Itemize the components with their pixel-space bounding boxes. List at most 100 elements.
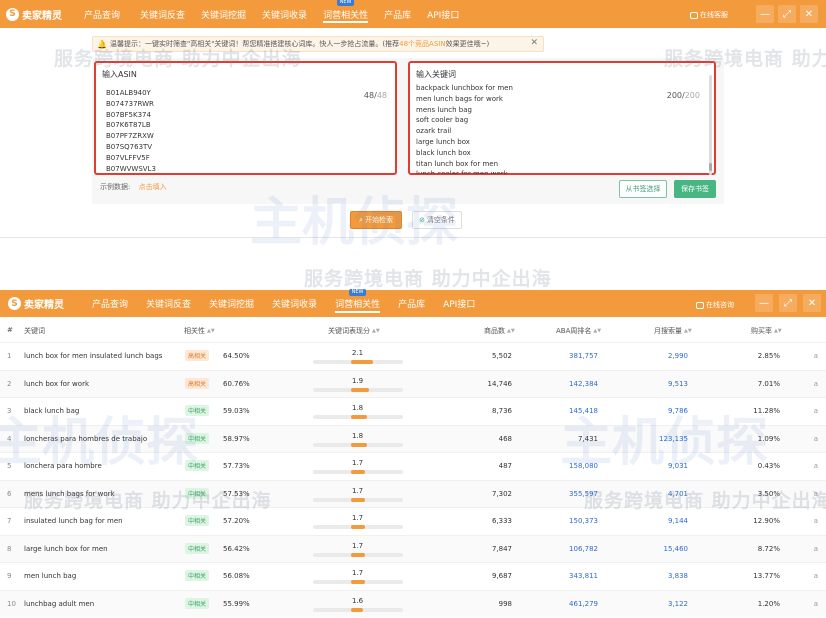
- online-service-link[interactable]: 在线客服: [690, 10, 728, 20]
- aba-rank[interactable]: 158,080: [569, 462, 598, 470]
- row-action-icon[interactable]: a: [814, 407, 818, 415]
- table-row[interactable]: 4 loncheras para hombres de trabajo 中相关 58.…: [0, 424, 826, 452]
- save-favorite-button[interactable]: 保存书签: [674, 180, 716, 198]
- row-keyword[interactable]: lonchera para hombre: [24, 462, 102, 470]
- header-score[interactable]: 关键词表现分 ▲▼: [328, 326, 380, 336]
- row-keyword[interactable]: insulated lunch bag for men: [24, 517, 123, 525]
- app-logo[interactable]: S 卖家精灵: [6, 7, 70, 22]
- monthly-search[interactable]: 9,144: [668, 517, 688, 525]
- nav2-keyword-reverse[interactable]: 关键词反查: [146, 290, 191, 318]
- row-keyword[interactable]: loncheras para hombres de trabajo: [24, 435, 147, 443]
- nav2-keyword-index[interactable]: 关键词收录: [272, 290, 317, 318]
- nav-product-library[interactable]: 产品库: [384, 0, 411, 28]
- nav-keyword-reverse[interactable]: 关键词反查: [140, 0, 185, 28]
- table-row[interactable]: 3 black lunch bag 中相关 59.03% 1.8 8,736 145,418…: [0, 397, 826, 425]
- tip-banner: 🔔 温馨提示：一键实时筛查"高相关"关键词！帮您精准搭建核心词库。快人一步抢占流…: [92, 36, 544, 52]
- row-keyword[interactable]: lunch box for men insulated lunch bags: [24, 352, 162, 360]
- nav2-product-library[interactable]: 产品库: [398, 290, 425, 318]
- row-action-icon[interactable]: a: [814, 380, 818, 388]
- select-from-favorites-button[interactable]: 从书签选择: [619, 180, 667, 198]
- nav-keyword-mining[interactable]: 关键词挖掘: [201, 0, 246, 28]
- sort-icon: ▲▼: [684, 328, 692, 334]
- maximize-button[interactable]: ⤢: [778, 5, 796, 23]
- aba-rank[interactable]: 142,384: [569, 380, 598, 388]
- header-aba-rank[interactable]: ABA周排名 ▲▼: [556, 326, 601, 336]
- top-navbar: S 卖家精灵 产品查询 关键词反查 关键词挖掘 关键词收录 NEW 词营相关性 …: [0, 0, 826, 28]
- table-row[interactable]: 7 insulated lunch bag for men 中相关 57.20% 1.7…: [0, 507, 826, 535]
- relevance-percent: 56.08%: [223, 572, 250, 580]
- aba-rank[interactable]: 461,279: [569, 600, 598, 608]
- nav-keyword-index[interactable]: 关键词收录: [262, 0, 307, 28]
- row-keyword[interactable]: mens lunch bags for work: [24, 490, 115, 498]
- minimize-button[interactable]: —: [756, 5, 774, 23]
- monthly-search[interactable]: 3,122: [668, 600, 688, 608]
- nav2-api[interactable]: API接口: [443, 290, 475, 318]
- table-header: # 关键词 相关性 ▲▼ 关键词表现分 ▲▼ 商品数 ▲▼ ABA周排名 ▲▼ 月搜索量…: [0, 326, 826, 340]
- minimize-button-2[interactable]: —: [755, 294, 773, 312]
- row-action-icon[interactable]: a: [814, 435, 818, 443]
- row-keyword[interactable]: men lunch bag: [24, 572, 76, 580]
- clear-conditions-button[interactable]: ⊘ 清空条件: [412, 211, 462, 229]
- aba-rank[interactable]: 106,782: [569, 545, 598, 553]
- table-row[interactable]: 6 mens lunch bags for work 中相关 57.53% 1.7 7,3…: [0, 479, 826, 507]
- keyword-scrollbar[interactable]: [709, 75, 712, 175]
- row-action-icon[interactable]: a: [814, 600, 818, 608]
- table-row[interactable]: 9 men lunch bag 中相关 56.08% 1.7 9,687 343,811 3,…: [0, 562, 826, 590]
- aba-rank[interactable]: 150,373: [569, 517, 598, 525]
- nav-api[interactable]: API接口: [427, 0, 459, 28]
- row-keyword[interactable]: large lunch box for men: [24, 545, 108, 553]
- start-search-button[interactable]: ⌕ 开始检索: [350, 211, 402, 229]
- asin-list[interactable]: B01ALB940Y B074737RWR B07BF5K374 B07K6T8…: [106, 88, 156, 174]
- score-value: 2.1: [352, 349, 364, 357]
- table-row[interactable]: 1 lunch box for men insulated lunch bags 高…: [0, 342, 826, 370]
- monthly-search[interactable]: 9,513: [668, 380, 688, 388]
- table-row[interactable]: 2 lunch box for work 高相关 60.76% 1.9 14,746 142…: [0, 369, 826, 397]
- header-products[interactable]: 商品数 ▲▼: [484, 326, 515, 336]
- row-action-icon[interactable]: a: [814, 352, 818, 360]
- header-buy-rate[interactable]: 购买率 ▲▼: [751, 326, 782, 336]
- aba-rank[interactable]: 343,811: [569, 572, 598, 580]
- row-keyword[interactable]: lunch box for work: [24, 380, 89, 388]
- header-relevance[interactable]: 相关性 ▲▼: [184, 326, 215, 336]
- aba-rank[interactable]: 355,597: [569, 490, 598, 498]
- row-action-icon[interactable]: a: [814, 572, 818, 580]
- table-row[interactable]: 8 large lunch box for men 中相关 56.42% 1.7 7,84…: [0, 534, 826, 562]
- monthly-search[interactable]: 9,031: [668, 462, 688, 470]
- row-action-icon[interactable]: a: [814, 517, 818, 525]
- monthly-search[interactable]: 4,701: [668, 490, 688, 498]
- keyword-input-box[interactable]: 输入关键词 backpack lunchbox for men men lunc…: [408, 61, 716, 175]
- monthly-search[interactable]: 15,460: [664, 545, 689, 553]
- row-action-icon[interactable]: a: [814, 462, 818, 470]
- close-button-2[interactable]: ✕: [803, 294, 821, 312]
- online-consult-link[interactable]: 在线咨询: [696, 300, 734, 310]
- online-consult-label: 在线咨询: [706, 301, 734, 309]
- app-logo-2[interactable]: S 卖家精灵: [8, 296, 78, 311]
- nav-product-query[interactable]: 产品查询: [84, 0, 120, 28]
- monthly-search[interactable]: 9,786: [668, 407, 688, 415]
- maximize-button-2[interactable]: ⤢: [779, 294, 797, 312]
- header-monthly-search[interactable]: 月搜索量 ▲▼: [654, 326, 692, 336]
- close-icon[interactable]: ✕: [530, 38, 538, 48]
- aba-rank[interactable]: 7,431: [578, 435, 598, 443]
- product-count: 5,502: [491, 352, 512, 360]
- nav-relevance[interactable]: NEW 词营相关性: [323, 0, 369, 28]
- nav2-keyword-mining[interactable]: 关键词挖掘: [209, 290, 254, 318]
- score-value: 1.7: [352, 459, 364, 467]
- monthly-search[interactable]: 2,990: [668, 352, 688, 360]
- row-keyword[interactable]: lunchbag adult men: [24, 600, 94, 608]
- nav2-product-query[interactable]: 产品查询: [92, 290, 128, 318]
- asin-input-box[interactable]: 输入ASIN B01ALB940Y B074737RWR B07BF5K374 …: [94, 61, 397, 175]
- monthly-search[interactable]: 3,838: [668, 572, 688, 580]
- close-button[interactable]: ✕: [800, 5, 818, 23]
- fill-example-link[interactable]: 点击填入: [139, 183, 167, 191]
- row-action-icon[interactable]: a: [814, 545, 818, 553]
- row-action-icon[interactable]: a: [814, 490, 818, 498]
- table-row[interactable]: 5 lonchera para hombre 中相关 57.73% 1.7 487 158,…: [0, 452, 826, 480]
- nav2-relevance[interactable]: NEW 词营相关性: [335, 288, 381, 318]
- monthly-search[interactable]: 123,135: [659, 435, 688, 443]
- aba-rank[interactable]: 381,757: [569, 352, 598, 360]
- aba-rank[interactable]: 145,418: [569, 407, 598, 415]
- row-keyword[interactable]: black lunch bag: [24, 407, 79, 415]
- keyword-list[interactable]: backpack lunchbox for men men lunch bags…: [416, 83, 513, 174]
- table-row[interactable]: 10 lunchbag adult men 中相关 55.99% 1.6 998 461,2…: [0, 589, 826, 617]
